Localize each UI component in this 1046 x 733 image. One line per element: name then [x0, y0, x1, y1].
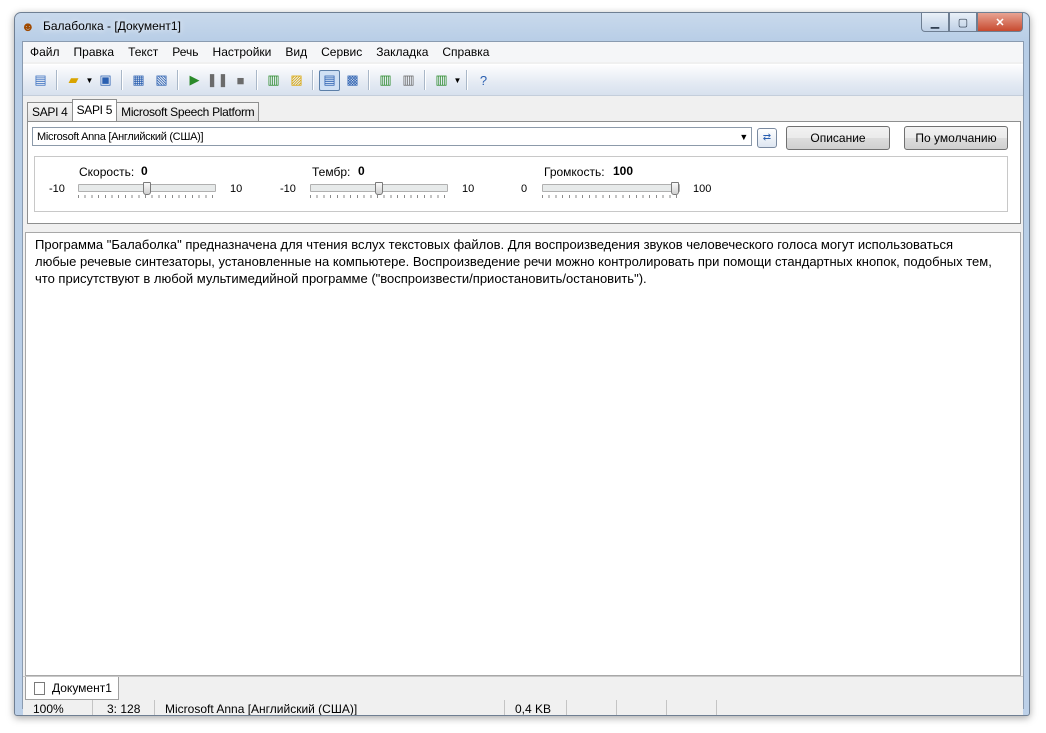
batch-convert-icon[interactable]: ▧ — [151, 70, 172, 91]
save-audio-icon[interactable]: ▦ — [128, 70, 149, 91]
new-document-icon[interactable]: ▤ — [30, 70, 51, 91]
sliders-group: Скорость: 0 -10 10 Тембр: 0 -10 10 Громк — [34, 156, 1008, 212]
read-clipboard-icon[interactable]: ▥ — [263, 70, 284, 91]
speed-label: Скорость: — [79, 165, 135, 179]
dictionary-icon[interactable]: ▩ — [342, 70, 363, 91]
toolbar-separator — [424, 70, 426, 90]
speech-options-dropdown-arrow-icon[interactable]: ▼ — [453, 70, 462, 91]
text-mode-icon[interactable]: ▤ — [319, 69, 340, 91]
status-empty-3 — [667, 700, 717, 715]
toolbar-separator — [177, 70, 179, 90]
toolbar-separator — [121, 70, 123, 90]
tab-speech-platform[interactable]: Microsoft Speech Platform — [116, 102, 260, 121]
menu-tools[interactable]: Сервис — [314, 42, 369, 62]
toolbar-separator — [368, 70, 370, 90]
pause-icon[interactable]: ❚❚ — [207, 70, 229, 91]
status-voice: Microsoft Anna [Английский (США)] — [155, 700, 505, 715]
stop-icon[interactable]: ■ — [230, 70, 251, 91]
refresh-voices-icon[interactable]: ⇄ — [757, 128, 777, 148]
menu-file[interactable]: Файл — [23, 42, 67, 62]
tab-sapi5[interactable]: SAPI 5 — [71, 99, 118, 121]
menu-bar: Файл Правка Текст Речь Настройки Вид Сер… — [23, 42, 1023, 62]
window-controls: ▁ ▢ ✕ — [921, 13, 1023, 33]
toolbar-separator — [466, 70, 468, 90]
speed-min: -10 — [49, 183, 65, 195]
save-icon[interactable]: ▣ — [95, 70, 116, 91]
volume-value: 100 — [613, 164, 634, 178]
description-button[interactable]: Описание — [786, 126, 890, 150]
pitch-min: -10 — [280, 183, 296, 195]
app-logo-icon: ☻ — [21, 19, 35, 34]
volume-label: Громкость: — [544, 165, 605, 179]
menu-edit[interactable]: Правка — [67, 42, 122, 62]
pitch-slider-thumb[interactable] — [375, 182, 383, 195]
client-area: Файл Правка Текст Речь Настройки Вид Сер… — [22, 41, 1024, 715]
menu-help[interactable]: Справка — [435, 42, 496, 62]
menu-bookmark[interactable]: Закладка — [369, 42, 435, 62]
speed-slider-thumb[interactable] — [143, 182, 151, 195]
maximize-button[interactable]: ▢ — [949, 13, 977, 32]
spell-check-icon[interactable]: ▥ — [375, 70, 396, 91]
volume-min: 0 — [521, 183, 528, 195]
document-tab[interactable]: Документ1 — [25, 677, 119, 700]
pitch-label: Тембр: — [312, 165, 351, 179]
menu-speech[interactable]: Речь — [165, 42, 205, 62]
document-tabs: Документ1 — [23, 676, 1023, 700]
close-button[interactable]: ✕ — [977, 13, 1023, 32]
status-bar: 100% 3: 128 Microsoft Anna [Английский (… — [23, 700, 1023, 715]
open-folder-icon[interactable]: ▰ — [63, 70, 84, 91]
status-zoom: 100% — [23, 700, 93, 715]
read-file-icon[interactable]: ▨ — [286, 70, 307, 91]
tab-sapi4[interactable]: SAPI 4 — [27, 102, 73, 121]
status-empty-2 — [617, 700, 667, 715]
document-icon — [34, 682, 45, 695]
toolbar-separator — [56, 70, 58, 90]
volume-ticks — [542, 195, 678, 198]
chevron-down-icon[interactable]: ▼ — [739, 128, 748, 147]
minimize-button[interactable]: ▁ — [921, 13, 949, 32]
menu-text[interactable]: Текст — [121, 42, 165, 62]
status-cursor-position: 3: 128 — [93, 700, 155, 715]
voice-select-value: Microsoft Anna [Английский (США)] — [37, 131, 204, 143]
default-button[interactable]: По умолчанию — [904, 126, 1008, 150]
engine-tabs: SAPI 4 SAPI 5 Microsoft Speech Platform — [27, 99, 260, 121]
speed-value: 0 — [141, 164, 148, 178]
document-tab-label: Документ1 — [52, 681, 112, 695]
open-dropdown-arrow-icon[interactable]: ▼ — [85, 70, 94, 91]
volume-slider-thumb[interactable] — [671, 182, 679, 195]
menu-view[interactable]: Вид — [278, 42, 314, 62]
pitch-max: 10 — [462, 183, 475, 195]
speed-ticks — [78, 195, 214, 198]
toolbar-separator — [256, 70, 258, 90]
toolbar-separator — [312, 70, 314, 90]
menu-settings[interactable]: Настройки — [206, 42, 279, 62]
help-icon[interactable]: ? — [473, 70, 494, 91]
text-editor[interactable]: Программа "Балаболка" предназначена для … — [25, 232, 1021, 676]
speed-slider[interactable] — [78, 182, 216, 195]
voice-select[interactable]: Microsoft Anna [Английский (США)] ▼ — [32, 127, 752, 146]
play-icon[interactable]: ▶ — [184, 70, 205, 91]
pitch-slider[interactable] — [310, 182, 448, 195]
volume-slider[interactable] — [542, 182, 680, 195]
speech-options-icon[interactable]: ▥ — [431, 70, 452, 91]
editor-content[interactable]: Программа "Балаболка" предназначена для … — [35, 236, 995, 287]
toolbar: ▤ ▰ ▼ ▣ ▦ ▧ ▶ ❚❚ ■ ▥ ▨ ▤ ▩ ▥ ▥ ▥ ▼ ? — [23, 64, 1023, 96]
pitch-value: 0 — [358, 164, 365, 178]
window-title: Балаболка - [Документ1] — [43, 19, 181, 33]
voice-panel: Microsoft Anna [Английский (США)] ▼ ⇄ Оп… — [27, 121, 1021, 224]
status-empty-1 — [567, 700, 617, 715]
speed-max: 10 — [230, 183, 243, 195]
app-window: ☻ Балаболка - [Документ1] ▁ ▢ ✕ Файл Пра… — [14, 12, 1030, 716]
status-file-size: 0,4 KB — [505, 700, 567, 715]
title-bar[interactable]: ☻ Балаболка - [Документ1] ▁ ▢ ✕ — [15, 13, 1029, 41]
volume-max: 100 — [693, 183, 712, 195]
compare-icon[interactable]: ▥ — [398, 70, 419, 91]
pitch-ticks — [310, 195, 446, 198]
